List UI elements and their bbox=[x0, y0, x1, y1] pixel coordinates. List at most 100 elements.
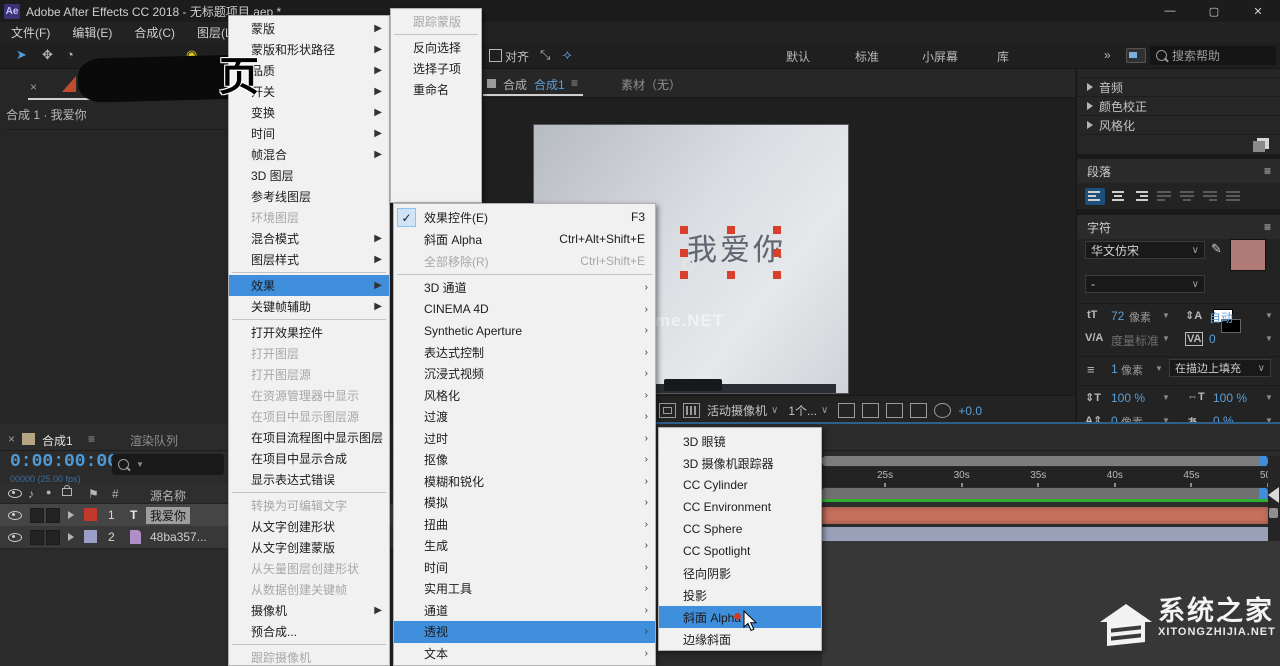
expand-triangle-icon[interactable] bbox=[1087, 83, 1093, 91]
expand-triangle-icon[interactable] bbox=[68, 511, 74, 519]
time-ruler[interactable]: 25s30s35s40s45s50s bbox=[822, 467, 1268, 487]
layer-color-swatch[interactable] bbox=[84, 530, 97, 543]
menu-item[interactable]: 打开图层 bbox=[229, 343, 389, 364]
text-layer-content[interactable]: 我爱你 bbox=[687, 225, 787, 269]
menu-item[interactable]: CC Environment bbox=[659, 496, 821, 518]
menu-item[interactable]: 过渡› bbox=[394, 406, 655, 428]
font-style-select[interactable]: -∨ bbox=[1085, 275, 1205, 293]
eyedropper-icon[interactable]: ✎ bbox=[1211, 241, 1222, 257]
new-preset-icon[interactable] bbox=[1257, 138, 1269, 149]
menu-item[interactable]: CC Sphere bbox=[659, 518, 821, 540]
menu-item[interactable]: 转换为可编辑文字 bbox=[229, 495, 389, 516]
help-search-field[interactable]: 搜索帮助 bbox=[1150, 46, 1276, 65]
layer-name[interactable]: 48ba357... bbox=[150, 530, 207, 544]
comp-marker-bin-icon[interactable] bbox=[1268, 487, 1279, 503]
anchor-point-icon[interactable] bbox=[682, 258, 695, 271]
comp-tab-prefix[interactable]: 合成 bbox=[503, 76, 527, 93]
workspace-tab[interactable]: 库 bbox=[997, 48, 1009, 65]
menu-item[interactable]: 3D 图层 bbox=[229, 165, 389, 186]
menu-item[interactable]: CINEMA 4D› bbox=[394, 299, 655, 321]
menu-item[interactable]: 表达式控制› bbox=[394, 342, 655, 364]
horizontal-scale-value[interactable]: 100 % bbox=[1213, 391, 1247, 405]
snap-checkbox[interactable] bbox=[489, 49, 502, 62]
menubar-item[interactable]: 编辑(E) bbox=[61, 24, 123, 41]
workspace-overflow[interactable]: » bbox=[1104, 48, 1111, 62]
timeline-graph-icon[interactable] bbox=[886, 403, 903, 418]
stroke-width-value[interactable]: 1 bbox=[1111, 362, 1118, 376]
menu-item[interactable]: 打开图层源 bbox=[229, 364, 389, 385]
time-navigator-bar[interactable] bbox=[822, 456, 1268, 466]
layer-name[interactable]: 我爱你 bbox=[146, 507, 190, 524]
menu-item[interactable]: 环境图层 bbox=[229, 207, 389, 228]
menu-item[interactable]: 3D 摄像机跟踪器 bbox=[659, 452, 821, 474]
menu-item[interactable]: Synthetic Aperture› bbox=[394, 320, 655, 342]
panel-menu-icon[interactable]: ≡ bbox=[1264, 164, 1271, 178]
justify-last-left-button[interactable] bbox=[1154, 188, 1174, 205]
layer-bar-text[interactable] bbox=[822, 507, 1268, 524]
reset-exposure-icon[interactable] bbox=[934, 403, 951, 418]
selection-handle[interactable] bbox=[773, 226, 781, 234]
minimize-button[interactable]: — bbox=[1148, 0, 1192, 22]
menu-item[interactable]: 全部移除(R)Ctrl+Shift+E bbox=[394, 250, 655, 272]
justify-last-center-button[interactable] bbox=[1177, 188, 1197, 205]
menu-item[interactable]: 选择子项 bbox=[391, 58, 481, 79]
menu-item[interactable]: 重命名 bbox=[391, 79, 481, 100]
workspace-tab[interactable]: 小屏幕 bbox=[922, 48, 958, 65]
current-time-display[interactable]: 0:00:00:00 bbox=[10, 452, 118, 472]
footage-tab[interactable]: 素材（无） bbox=[621, 76, 681, 93]
panel-close-icon[interactable]: × bbox=[8, 432, 15, 446]
menu-item[interactable]: ✓效果控件(E)F3 bbox=[394, 206, 655, 228]
menu-item[interactable]: CC Spotlight bbox=[659, 540, 821, 562]
close-button[interactable]: ✕ bbox=[1236, 0, 1280, 22]
hand-tool-icon[interactable]: ✥ bbox=[42, 47, 53, 63]
layer-visibility-icon[interactable] bbox=[8, 533, 22, 542]
selection-handle[interactable] bbox=[727, 271, 735, 279]
menubar-item[interactable]: 合成(C) bbox=[123, 24, 186, 41]
menu-item[interactable]: 蒙版▶ bbox=[229, 18, 389, 39]
menu-item[interactable]: CC Cylinder bbox=[659, 474, 821, 496]
align-center-button[interactable] bbox=[1108, 188, 1128, 205]
view-layout-select[interactable]: 1个... bbox=[788, 402, 817, 419]
maximize-button[interactable]: ▢ bbox=[1192, 0, 1236, 22]
panel-close-icon[interactable]: × bbox=[30, 80, 37, 94]
workspace-tab[interactable]: 标准 bbox=[855, 48, 879, 65]
menu-item[interactable]: 投影 bbox=[659, 584, 821, 606]
effects-list-item[interactable]: 音频 bbox=[1077, 78, 1280, 97]
camera-view-select[interactable]: 活动摄像机 bbox=[707, 402, 767, 419]
expand-triangle-icon[interactable] bbox=[1087, 102, 1093, 110]
align-right-button[interactable] bbox=[1131, 188, 1151, 205]
menu-item[interactable]: 在项目中显示合成 bbox=[229, 448, 389, 469]
menu-item[interactable]: 通道› bbox=[394, 600, 655, 622]
selection-handle[interactable] bbox=[773, 271, 781, 279]
selection-handle[interactable] bbox=[727, 226, 735, 234]
chevron-down-icon[interactable]: ▼ bbox=[1162, 311, 1170, 320]
region-of-interest-icon[interactable] bbox=[659, 403, 676, 418]
menu-item[interactable]: 在项目流程图中显示图层 bbox=[229, 427, 389, 448]
selection-handle[interactable] bbox=[680, 249, 688, 257]
expand-triangle-icon[interactable] bbox=[68, 533, 74, 541]
comp-button-icon[interactable] bbox=[1269, 508, 1278, 518]
layer-switch-cell[interactable] bbox=[30, 530, 44, 545]
menu-item[interactable]: 跟踪摄像机 bbox=[229, 647, 389, 666]
panel-menu-icon[interactable]: ≡ bbox=[1264, 220, 1271, 234]
exposure-offset-value[interactable]: +0.0 bbox=[958, 404, 982, 418]
tracking-value[interactable]: 0 bbox=[1209, 332, 1216, 346]
menu-item[interactable]: 透视› bbox=[394, 621, 655, 643]
workspace-tab[interactable]: 默认 bbox=[786, 48, 810, 65]
text-color-swatch[interactable] bbox=[1230, 239, 1266, 271]
workspace-switcher-icon[interactable] bbox=[1126, 48, 1146, 63]
menu-item[interactable]: 抠像› bbox=[394, 449, 655, 471]
comp-tab-name[interactable]: 合成1 bbox=[534, 76, 565, 93]
menu-item[interactable]: 显示表达式错误 bbox=[229, 469, 389, 490]
character-panel-header[interactable]: 字符 ≡ bbox=[1077, 212, 1280, 239]
menu-item[interactable]: 参考线图层 bbox=[229, 186, 389, 207]
layer-switch-cell[interactable] bbox=[46, 508, 60, 523]
menu-item[interactable]: 帧混合▶ bbox=[229, 144, 389, 165]
layer-visibility-icon[interactable] bbox=[8, 511, 22, 520]
menu-item[interactable]: 3D 通道› bbox=[394, 277, 655, 299]
layer-switch-cell[interactable] bbox=[46, 530, 60, 545]
menu-item[interactable]: 在项目中显示图层源 bbox=[229, 406, 389, 427]
menu-item[interactable]: 时间› bbox=[394, 557, 655, 579]
justify-last-right-button[interactable] bbox=[1200, 188, 1220, 205]
align-left-button[interactable] bbox=[1085, 188, 1105, 205]
